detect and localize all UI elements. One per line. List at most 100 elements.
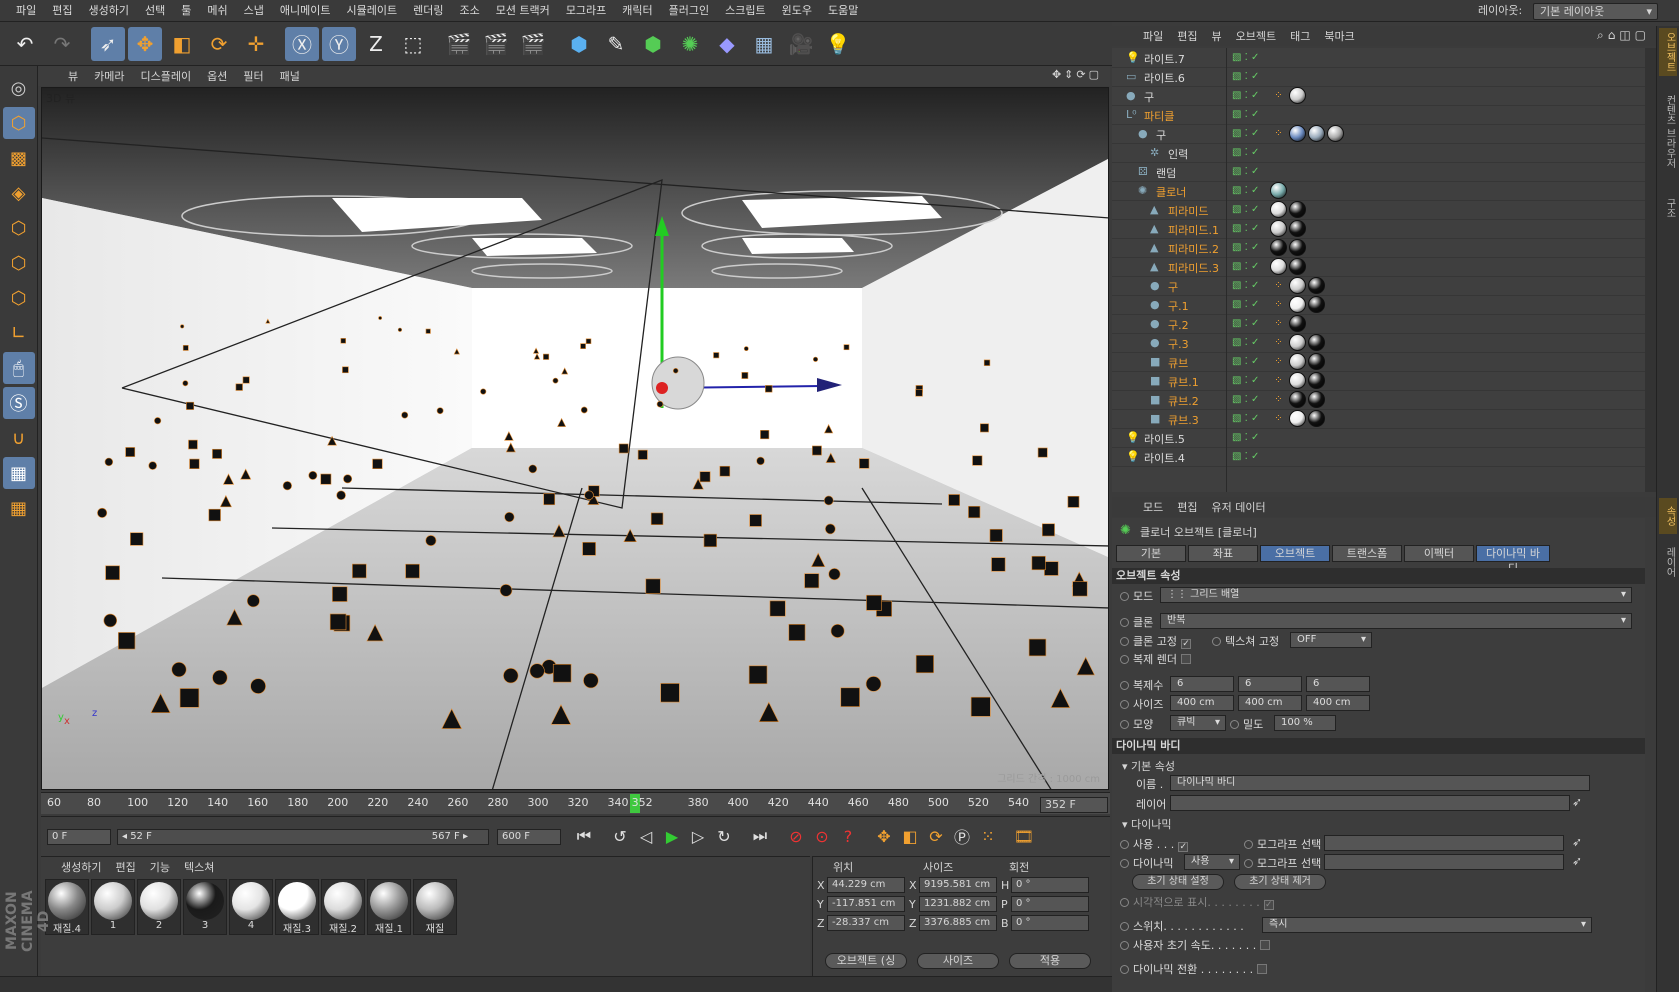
size-field[interactable]: 3376.885 cm [919, 915, 997, 931]
3d-viewport[interactable]: y z x 3D 뷰 그리드 간격 : 1000 cm [41, 87, 1109, 790]
material-tag[interactable] [1270, 201, 1287, 218]
tag-icon[interactable]: ⁘ [1270, 410, 1287, 427]
menu-item-14[interactable]: 플러그인 [661, 0, 717, 22]
object-row[interactable]: ■ 큐브.3 ▧ ⁚ ✓ ⁘ [1112, 409, 1645, 429]
clear-initial-state-button[interactable]: 초기 상태 제거 [1234, 874, 1326, 890]
attr-tab[interactable]: 오브젝트 [1260, 545, 1330, 562]
object-row[interactable]: ✲ 인력 ▧ ⁚ ✓ [1112, 143, 1645, 163]
move-icon[interactable]: ✥ [128, 26, 162, 61]
count-z-field[interactable]: 6 [1306, 676, 1370, 692]
size-field[interactable]: 1231.882 cm [919, 896, 997, 912]
material-tag[interactable] [1289, 372, 1306, 389]
start-frame-field[interactable]: 0 F [47, 829, 111, 845]
menu-item-12[interactable]: 모그라프 [558, 0, 614, 22]
menu-item-7[interactable]: 애니메이트 [272, 0, 339, 22]
material-tag[interactable] [1308, 296, 1325, 313]
material-swatch[interactable]: 재질.3 [275, 879, 319, 935]
current-frame-field[interactable]: 352 F [1040, 797, 1108, 813]
tag-icon[interactable]: ⁘ [1270, 87, 1287, 104]
select-arrow-icon[interactable]: ➶ [91, 26, 125, 61]
material-swatch[interactable]: 4 [229, 879, 273, 935]
object-row[interactable]: ● 구 ▧ ⁚ ✓ ⁘ [1112, 276, 1645, 296]
tag-icon[interactable]: ⁘ [1270, 296, 1287, 313]
key-pla-icon[interactable]: ⁙ [975, 823, 1001, 849]
viewport-menu-item-2[interactable]: 디스플레이 [133, 68, 200, 84]
position-field[interactable]: -28.337 cm [827, 915, 905, 931]
object-row[interactable]: ▭ 라이트.6 ▧ ⁚ ✓ [1112, 67, 1645, 87]
object-row[interactable]: ● 구.2 ▧ ⁚ ✓ ⁘ [1112, 314, 1645, 334]
tag-icon[interactable]: ⁘ [1270, 334, 1287, 351]
viewport-menu-item-3[interactable]: 옵션 [199, 68, 235, 84]
menu-item-5[interactable]: 메쉬 [199, 0, 235, 22]
tab-objects[interactable]: 오브젝트 [1659, 28, 1677, 76]
visibility-flags[interactable]: ▧ ⁚ ✓ [1232, 166, 1282, 178]
material-tag[interactable] [1289, 239, 1306, 256]
scale-icon[interactable]: ◧ [165, 27, 199, 61]
name-field[interactable]: 다이나믹 바디 [1170, 775, 1590, 791]
material-swatch[interactable]: 재질 [413, 879, 457, 935]
coord-mode-select[interactable]: 오브젝트 (싱 [825, 953, 907, 969]
object-row[interactable]: 💡 라이트.5 ▧ ⁚ ✓ [1112, 428, 1645, 448]
visibility-flags[interactable]: ▧ ⁚ ✓ [1232, 451, 1282, 463]
attr-tab[interactable]: 이펙터 [1404, 545, 1474, 562]
count-x-field[interactable]: 6 [1170, 676, 1234, 692]
material-tag[interactable] [1289, 277, 1306, 294]
goto-end-icon[interactable]: ⏭ [747, 823, 773, 849]
menu-item-10[interactable]: 조소 [451, 0, 487, 22]
menu-item-9[interactable]: 렌더링 [405, 0, 451, 22]
object-row[interactable]: ■ 큐브 ▧ ⁚ ✓ ⁘ [1112, 352, 1645, 372]
y-axis-icon[interactable]: Ⓨ [322, 26, 356, 61]
material-tag[interactable] [1289, 315, 1306, 332]
redo-icon[interactable]: ↷ [45, 27, 79, 61]
cloner-icon[interactable]: ✺ [673, 27, 707, 61]
live-select-icon[interactable]: ✛ [239, 27, 273, 61]
menu-item-16[interactable]: 윈도우 [774, 0, 820, 22]
object-row[interactable]: ⚄ 랜덤 ▧ ⁚ ✓ [1112, 162, 1645, 182]
subdivision-icon[interactable]: ⬢ [636, 27, 670, 61]
material-menu-item[interactable]: 생성하기 [61, 859, 101, 875]
cube-primitive-icon[interactable]: ⬢ [562, 27, 596, 61]
attribute-menu-item-2[interactable]: 유저 데이터 [1205, 499, 1273, 515]
attr-tab[interactable]: 기본 [1116, 545, 1186, 562]
workplane-lock-icon[interactable]: ▦ [2, 457, 35, 489]
object-row[interactable]: ▲ 피라미드 ▧ ⁚ ✓ [1112, 200, 1645, 220]
tag-icon[interactable]: ⁘ [1270, 353, 1287, 370]
instance-render-checkbox[interactable] [1180, 654, 1191, 664]
spline-pen-icon[interactable]: ✎ [599, 27, 633, 61]
snap-icon[interactable]: Ⓢ [2, 387, 35, 419]
basic-properties-subhead[interactable]: ▾ 기본 속성 [1122, 758, 1175, 774]
material-tag[interactable] [1289, 125, 1306, 142]
object-menu-item-0[interactable]: 파일 [1136, 28, 1170, 44]
material-swatch[interactable]: 재질.2 [321, 879, 365, 935]
material-tag[interactable] [1270, 182, 1287, 199]
camera-icon[interactable]: 🎥 [784, 27, 818, 61]
object-menu-item-2[interactable]: 뷰 [1205, 28, 1229, 44]
magnet-icon[interactable]: ∪ [3, 422, 35, 454]
visibility-flags[interactable]: ▧ ⁚ ✓ [1232, 52, 1282, 64]
material-tag[interactable] [1289, 220, 1306, 237]
object-row[interactable]: ✺ 클로너 ▧ ⁚ ✓ [1112, 181, 1645, 201]
model-mode-icon[interactable]: ⬡ [2, 107, 35, 139]
light-icon[interactable]: 💡 [821, 27, 855, 61]
next-frame-icon[interactable]: ▷ [685, 823, 711, 849]
object-row[interactable]: 💡 라이트.7 ▧ ⁚ ✓ [1112, 48, 1645, 68]
tag-icon[interactable]: ⁘ [1270, 315, 1287, 332]
viewport-menu-item-5[interactable]: 패널 [272, 68, 308, 84]
object-list-scrollbar[interactable] [1645, 48, 1656, 492]
viewport-menu-item-0[interactable]: 뷰 [60, 68, 86, 84]
enable-checkbox[interactable]: ✓ [1178, 842, 1189, 852]
rotation-field[interactable]: 0 ° [1011, 896, 1089, 912]
trigger-select[interactable]: 즉시 [1262, 917, 1592, 933]
x-axis-icon[interactable]: Ⓧ [285, 26, 319, 61]
timeline-window-icon[interactable]: 🎞 [1011, 823, 1037, 849]
dynamic-select[interactable]: 사용 [1184, 854, 1240, 870]
menu-item-13[interactable]: 캐릭터 [614, 0, 660, 22]
attribute-menu-item-0[interactable]: 모드 [1136, 499, 1170, 515]
object-row[interactable]: ▲ 피라미드.2 ▧ ⁚ ✓ [1112, 238, 1645, 258]
menu-item-1[interactable]: 편집 [44, 0, 80, 22]
menu-item-6[interactable]: 스냅 [236, 0, 272, 22]
render-picture-viewer-icon[interactable]: 🎬 [479, 27, 513, 61]
object-row[interactable]: ■ 큐브.2 ▧ ⁚ ✓ ⁘ [1112, 390, 1645, 410]
viewport-nav-icons[interactable]: ✥⇕⟳▢ [1052, 68, 1102, 81]
size-mode-select[interactable]: 사이즈 [917, 953, 999, 969]
